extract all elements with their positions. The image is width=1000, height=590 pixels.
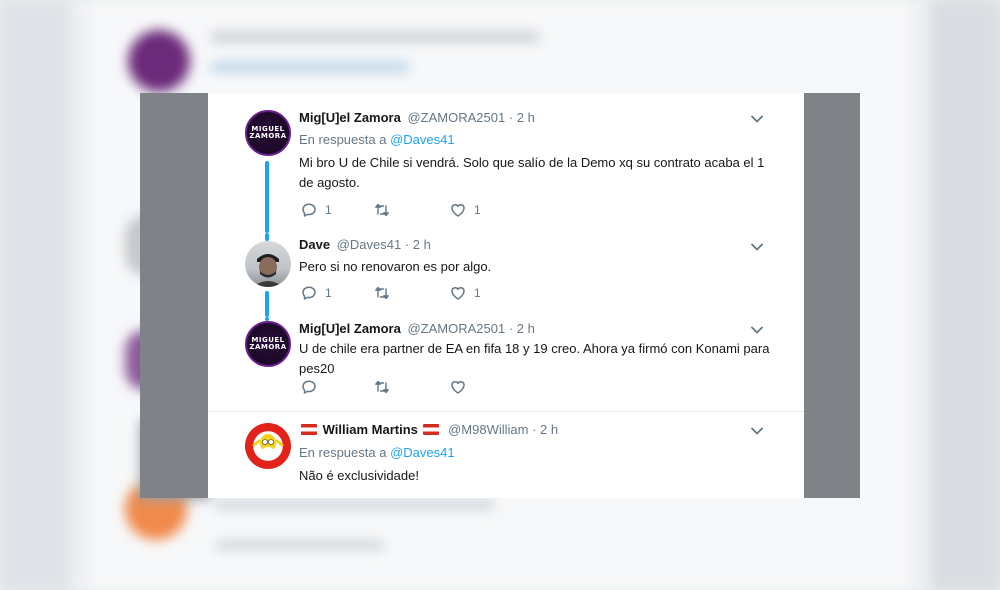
chevron-down-icon[interactable] [750,240,764,254]
retweet-icon [375,203,389,217]
tweet-text: Mi bro U de Chile si vendrá. Solo que sa… [299,155,765,190]
reply-context: En respuesta a @Daves41 [299,132,455,147]
user-handle[interactable]: @Daves41 [337,237,402,252]
chevron-down-icon[interactable] [750,323,764,337]
avatar[interactable] [245,241,291,287]
tweet-text: U de chile era partner de EA en fifa 18 … [299,341,770,376]
retweet-button[interactable] [374,202,398,218]
reply-button[interactable]: 1 [301,202,332,218]
tweet[interactable]: Dave @Daves41 · 2 h Pero si no renovaron… [208,233,804,317]
display-name[interactable]: Dave [299,237,330,252]
austria-flag-icon [301,424,317,435]
reply-to-link[interactable]: @Daves41 [390,132,455,147]
reply-count: 1 [325,203,332,217]
avatar-text: MIGUEL ZAMORA [249,336,287,351]
tweet-header: Mig[U]el Zamora @ZAMORA2501 · 2 h [299,110,535,125]
person-photo [253,254,283,287]
avatar[interactable]: MIGUEL ZAMORA [245,321,291,367]
timestamp[interactable]: · 2 h [509,110,535,125]
display-name[interactable]: Mig[U]el Zamora [299,321,401,336]
like-count: 1 [474,286,481,300]
reply-button[interactable] [301,379,325,395]
reply-prefix: En respuesta a [299,445,387,460]
display-name[interactable]: William Martins [323,422,418,437]
avatar[interactable]: MIGUEL ZAMORA [245,110,291,156]
timestamp[interactable]: · 2 h [532,422,558,437]
retweet-button[interactable] [374,379,398,395]
thread-line [265,233,269,241]
like-button[interactable]: 1 [450,202,481,218]
reply-context: En respuesta a @Daves41 [299,445,455,460]
timestamp[interactable]: · 2 h [509,321,535,336]
tweet-header: Dave @Daves41 · 2 h [299,237,431,252]
timestamp[interactable]: · 2 h [405,237,431,252]
retweet-icon [375,380,389,394]
tweet[interactable]: William Martins @M98William · 2 h En res… [208,412,804,498]
tweet-header: William Martins @M98William · 2 h [299,422,558,437]
tweet-header: Mig[U]el Zamora @ZAMORA2501 · 2 h [299,321,535,336]
retweet-button[interactable] [374,285,398,301]
user-handle[interactable]: @M98William [448,422,528,437]
chevron-down-icon[interactable] [750,112,764,126]
conversation-panel: MIGUEL ZAMORA Mig[U]el Zamora @ZAMORA250… [208,93,804,498]
austria-flag-icon [423,424,440,435]
thread-line [265,161,269,233]
like-button[interactable] [450,379,474,395]
chevron-down-icon[interactable] [750,424,764,438]
cartoon-avatar [252,434,284,459]
tweet-text: Pero si no renovaron es por algo. [299,259,492,274]
reply-to-link[interactable]: @Daves41 [390,445,455,460]
reply-prefix: En respuesta a [299,132,387,147]
tweet[interactable]: MIGUEL ZAMORA Mig[U]el Zamora @ZAMORA250… [208,317,804,411]
reply-count: 1 [325,286,332,300]
display-name[interactable]: Mig[U]el Zamora [299,110,401,125]
reply-button[interactable]: 1 [301,285,332,301]
like-button[interactable]: 1 [450,285,481,301]
heart-icon [451,287,465,300]
avatar[interactable] [245,423,291,469]
heart-icon [451,381,465,394]
reply-icon [302,286,316,300]
heart-icon [451,204,465,217]
retweet-icon [375,286,389,300]
user-handle[interactable]: @ZAMORA2501 [407,321,505,336]
user-handle[interactable]: @ZAMORA2501 [407,110,505,125]
avatar-text: MIGUEL ZAMORA [249,125,287,140]
thread-line [265,291,269,317]
reply-icon [302,203,316,217]
tweet[interactable]: MIGUEL ZAMORA Mig[U]el Zamora @ZAMORA250… [208,93,804,233]
like-count: 1 [474,203,481,217]
reply-icon [302,380,316,394]
tweet-text: Não é exclusividade! [299,468,419,483]
